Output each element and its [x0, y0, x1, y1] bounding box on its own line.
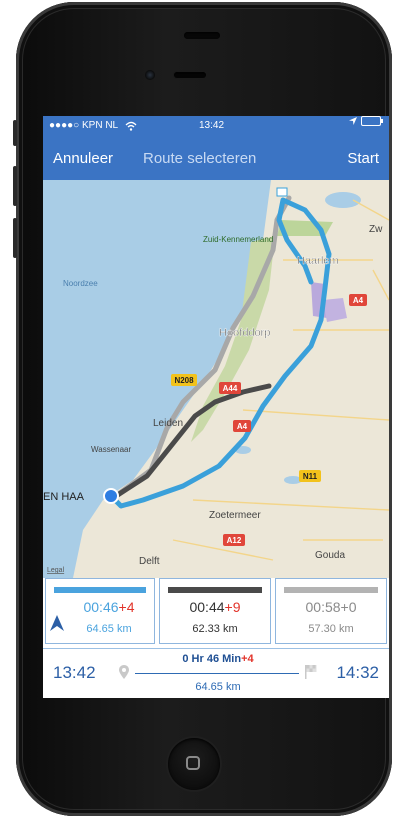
start-button[interactable]: Start	[347, 150, 379, 167]
battery-icon	[361, 116, 383, 126]
earpiece-speaker	[174, 72, 206, 78]
trip-duration-value: 0 Hr 46 Min	[182, 653, 242, 665]
map-label-wassenaar: Wassenaar	[91, 445, 132, 454]
route-option-2[interactable]: 00:44+9 62.33 km	[159, 578, 271, 644]
route-summary: 13:42 0 Hr 46 Min+4 64.65 km 14:32	[43, 648, 389, 698]
home-square-icon	[186, 756, 200, 770]
location-arrow-icon	[349, 117, 357, 125]
route-1-color-bar	[54, 587, 146, 593]
map-label-den-haag: EN HAA	[43, 491, 85, 503]
map-label-hoofddorp: Hoofddorp	[219, 327, 270, 339]
start-location-dot[interactable]	[103, 488, 119, 504]
route-option-3[interactable]: 00:58+0 57.30 km	[275, 578, 387, 644]
map-label-delft: Delft	[139, 556, 160, 567]
navigation-arrow-icon	[50, 615, 64, 631]
route-2-time-value: 00:44	[189, 599, 225, 615]
route-1-time: 00:46+4	[64, 599, 154, 615]
volume-down-button	[13, 218, 17, 258]
route-2-delta: +9	[224, 599, 241, 615]
carrier-label: ●●●●○ KPN NL	[49, 120, 119, 131]
route-map[interactable]: A4 A44 N208 A4 N11 A12 Zuid-Kennemerland…	[43, 180, 389, 578]
trip-duration-delta: +4	[241, 653, 254, 665]
cancel-button[interactable]: Annuleer	[53, 150, 113, 167]
home-button[interactable]	[168, 738, 220, 790]
wifi-icon	[125, 121, 137, 131]
front-camera	[145, 70, 155, 80]
shield-a12-label: A12	[227, 536, 242, 545]
trip-distance: 64.65 km	[195, 681, 241, 693]
map-lake-1	[325, 192, 361, 208]
map-airport-area-2	[323, 298, 347, 322]
map-label-zuid-kennemerland: Zuid-Kennemerland	[203, 235, 273, 244]
route-2-distance: 62.33 km	[192, 623, 238, 635]
map-label-leiden: Leiden	[153, 418, 183, 429]
map-label-gouda: Gouda	[315, 550, 345, 561]
top-speaker-slot	[184, 32, 220, 39]
mute-switch	[13, 120, 17, 146]
map-label-zw: Zw	[369, 224, 383, 235]
map-label-zoetermeer: Zoetermeer	[209, 510, 261, 521]
route-1-time-value: 00:46	[83, 599, 119, 615]
route-1-delta: +4	[118, 599, 135, 615]
route-2-color-bar	[168, 587, 262, 593]
volume-up-button	[13, 166, 17, 206]
summary-divider-line	[135, 673, 299, 674]
map-label-noordzee: Noordzee	[63, 279, 98, 288]
nav-title: Route selecteren	[143, 150, 257, 167]
route-3-distance: 57.30 km	[308, 623, 354, 635]
shield-a4-mid-label: A4	[237, 422, 248, 431]
map-legal-link[interactable]: Legal	[47, 567, 65, 574]
destination-flag-icon	[276, 187, 288, 197]
arrival-time: 14:32	[336, 663, 379, 682]
route-options: 00:46+4 64.65 km 00:44+9 62.33 km 00:58+…	[43, 578, 389, 648]
trip-duration: 0 Hr 46 Min+4	[153, 653, 283, 665]
status-bar: ●●●●○ KPN NL 13:42	[43, 116, 389, 136]
shield-n11-label: N11	[303, 472, 318, 481]
phone-screen: ●●●●○ KPN NL 13:42 Annuleer Route select…	[43, 116, 389, 698]
route-option-1[interactable]: 00:46+4 64.65 km	[45, 578, 155, 644]
shield-a44-label: A44	[223, 384, 238, 393]
shield-n208-label: N208	[174, 376, 194, 385]
route-1-distance: 64.65 km	[86, 623, 132, 635]
status-time: 13:42	[199, 120, 225, 131]
route-3-color-bar	[284, 587, 378, 593]
route-2-time: 00:44+9	[160, 599, 270, 615]
status-right-group	[349, 116, 383, 126]
departure-time: 13:42	[53, 663, 96, 682]
location-pin-icon	[119, 665, 129, 679]
map-label-haarlem: Haarlem	[297, 255, 339, 267]
navigation-bar: Annuleer Route selecteren Start	[43, 136, 389, 180]
shield-a4-top-label: A4	[353, 296, 364, 305]
finish-flag-icon	[305, 665, 317, 679]
route-3-time: 00:58+0	[305, 599, 357, 615]
